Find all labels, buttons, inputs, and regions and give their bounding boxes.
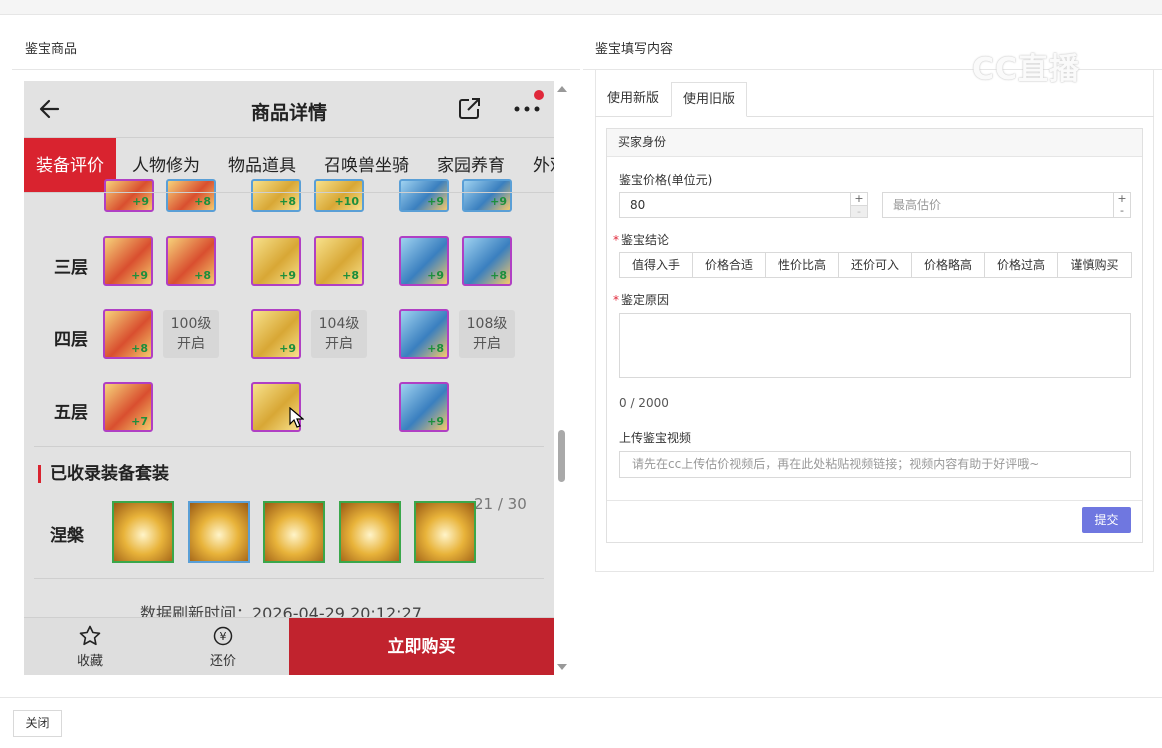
reason-textarea[interactable] [619, 313, 1131, 378]
bargain-button[interactable]: ¥ 还价 [193, 624, 253, 669]
equipment-item[interactable]: +8 [314, 236, 364, 286]
mouse-cursor-icon [289, 407, 304, 428]
max-price-stepper[interactable]: + - [1113, 193, 1130, 217]
favorite-button[interactable]: 收藏 [60, 624, 120, 669]
reason-label: * 鉴定原因 [613, 293, 670, 307]
top-bar [0, 0, 1162, 15]
row-label-3: 三层 [54, 258, 88, 278]
buy-now-button[interactable]: 立即购买 [289, 618, 554, 675]
divider [34, 578, 544, 579]
equipment-item[interactable]: +9 [251, 236, 301, 286]
more-icon[interactable] [512, 99, 542, 119]
scroll-down-icon[interactable] [557, 664, 567, 670]
equipment-item[interactable]: +9 [399, 382, 449, 432]
set-label: 涅槃 [50, 526, 84, 546]
scroll-thumb[interactable] [558, 430, 565, 482]
tab-old-version[interactable]: 使用旧版 [671, 82, 748, 117]
section-title: 已收录装备套装 [38, 465, 169, 483]
equipment-item[interactable]: +9 [103, 236, 153, 286]
equipment-item[interactable]: +9 [462, 179, 512, 212]
notification-dot [534, 90, 544, 100]
phone-preview: 商品详情 装备评价 人物修为 物品道具 召唤兽坐骑 家园养育 外观 +9 +8 … [24, 81, 554, 675]
price-input[interactable]: 80 + - [619, 192, 868, 218]
price-label: 鉴宝价格(单位元) [619, 173, 713, 187]
conclusion-option[interactable]: 价格合适 [693, 253, 766, 277]
video-link-input[interactable]: 请先在cc上传估价视频后，再在此处粘贴视频链接；视频内容有助于好评哦~ [619, 451, 1131, 478]
price-stepper[interactable]: + - [850, 193, 867, 217]
equipment-item[interactable]: +10 [314, 179, 364, 212]
scroll-up-icon[interactable] [557, 86, 567, 92]
submit-button[interactable]: 提交 [1082, 507, 1131, 533]
conclusion-option[interactable]: 值得入手 [620, 253, 693, 277]
equipment-item[interactable]: +9 [399, 179, 449, 212]
locked-slot: 104级 开启 [311, 310, 367, 358]
conclusion-label: * 鉴宝结论 [613, 233, 670, 247]
set-item[interactable] [339, 501, 401, 563]
tab-appearance[interactable]: 外观 [533, 138, 554, 192]
share-icon[interactable] [456, 96, 482, 122]
equipment-item[interactable]: +8 [251, 179, 301, 212]
row-label-5: 五层 [54, 403, 88, 423]
equipment-item[interactable]: +9 [399, 236, 449, 286]
right-panel-title: 鉴宝填写内容 [595, 42, 674, 57]
equipment-item[interactable]: +8 [103, 309, 153, 359]
equipment-item[interactable]: +9 [104, 179, 154, 212]
svg-text:¥: ¥ [220, 630, 227, 643]
equipment-item[interactable]: +8 [166, 236, 216, 286]
locked-slot: 108级 开启 [459, 310, 515, 358]
left-panel-title: 鉴宝商品 [25, 42, 78, 57]
max-price-input[interactable]: 最高估价 + - [882, 192, 1131, 218]
tab-equipment[interactable]: 装备评价 [24, 138, 116, 192]
star-icon [79, 625, 101, 646]
conclusion-option[interactable]: 价格过高 [985, 253, 1058, 277]
divider [607, 500, 1142, 501]
form-header: 买家身份 [607, 129, 1142, 157]
set-item[interactable] [414, 501, 476, 563]
set-count: 21 / 30 [474, 495, 527, 513]
set-item[interactable] [263, 501, 325, 563]
conclusion-option[interactable]: 价格略高 [912, 253, 985, 277]
conclusion-option[interactable]: 还价可入 [839, 253, 912, 277]
char-counter: 0 / 2000 [619, 396, 669, 410]
conclusion-option[interactable]: 谨慎购买 [1058, 253, 1131, 277]
divider [0, 697, 1162, 698]
bottom-action-bar: 收藏 ¥ 还价 立即购买 [24, 617, 554, 675]
appraisal-form: 买家身份 鉴宝价格(单位元) 80 + - 最高估价 + - * 鉴宝结论 值得入手 … [606, 128, 1143, 543]
nav-bar: 商品详情 [24, 81, 554, 137]
equipment-item[interactable]: +8 [166, 179, 216, 212]
tab-new-version[interactable]: 使用新版 [596, 82, 670, 117]
conclusion-option[interactable]: 性价比高 [766, 253, 839, 277]
equipment-item[interactable]: +8 [462, 236, 512, 286]
row-label-4: 四层 [54, 330, 88, 350]
equipment-item[interactable]: +9 [251, 309, 301, 359]
divider [34, 446, 544, 447]
locked-slot: 100级 开启 [163, 310, 219, 358]
conclusion-selector: 值得入手 价格合适 性价比高 还价可入 价格略高 价格过高 谨慎购买 [619, 252, 1132, 278]
video-label: 上传鉴宝视频 [619, 431, 692, 445]
close-button[interactable]: 关闭 [13, 710, 62, 737]
set-item[interactable] [188, 501, 250, 563]
equipment-item[interactable]: +8 [399, 309, 449, 359]
set-item[interactable] [112, 501, 174, 563]
scrollbar[interactable] [555, 81, 569, 675]
divider [12, 69, 580, 70]
yuan-coin-icon: ¥ [213, 626, 233, 646]
equipment-item[interactable]: +7 [103, 382, 153, 432]
